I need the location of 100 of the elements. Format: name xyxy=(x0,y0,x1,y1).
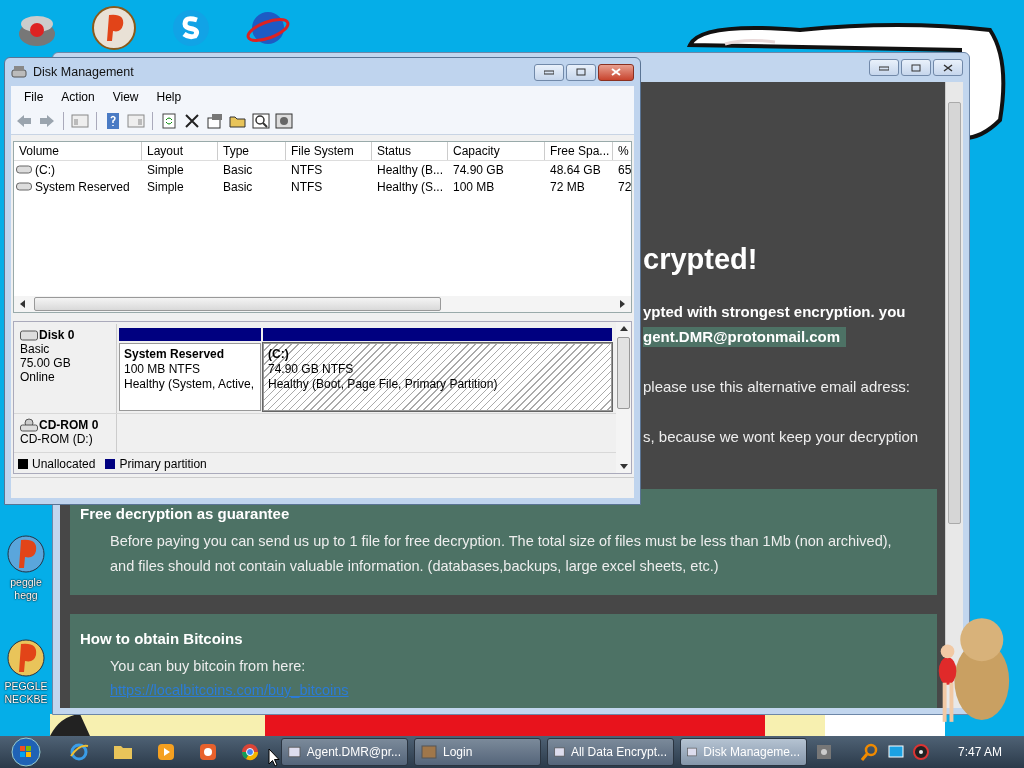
monitor-icon[interactable] xyxy=(887,745,904,759)
table-cell-text: NTFS xyxy=(290,162,324,177)
taskbar-button[interactable]: Agent.DMR@pr... xyxy=(281,738,408,766)
app-icon[interactable] xyxy=(815,744,832,760)
icon-label: peggle xyxy=(10,576,42,589)
folder-icon[interactable] xyxy=(113,743,133,761)
disk-info: 75.00 GB xyxy=(20,356,72,370)
drive-icon xyxy=(16,182,32,191)
note-heading: crypted! xyxy=(643,242,759,276)
disk-name: Disk 0 xyxy=(39,328,75,342)
partition-info: 74.90 GB NTFS xyxy=(268,362,355,377)
table-cell: System Reserved xyxy=(35,179,130,194)
disk-info: Online xyxy=(20,370,56,384)
partition-name: System Reserved xyxy=(124,347,226,362)
scrollbar[interactable] xyxy=(616,322,631,473)
partition-info: 100 MB NTFS xyxy=(124,362,202,377)
close-button[interactable] xyxy=(598,63,634,81)
ball-icon[interactable] xyxy=(6,636,46,680)
ball-icon[interactable] xyxy=(6,532,46,576)
settings-icon[interactable] xyxy=(275,112,293,129)
table-cell-text: 65 xyxy=(617,162,631,177)
taskbar-button[interactable]: All Data Encrypt... xyxy=(547,738,674,766)
window-icon xyxy=(288,745,301,759)
help-icon[interactable] xyxy=(104,112,122,129)
up-arrow-icon[interactable] xyxy=(619,326,628,331)
icon-label: NECKBE xyxy=(4,693,48,706)
menu-item[interactable]: View xyxy=(103,89,148,104)
partition[interactable]: System Reserved 100 MB NTFS Healthy (System, Active, xyxy=(119,343,261,411)
start-button[interactable] xyxy=(9,737,43,767)
column-header[interactable]: Volume xyxy=(14,142,142,160)
table-cell-text: Basic xyxy=(222,162,254,177)
menu-item[interactable]: Help xyxy=(147,89,191,104)
table-cell-text: Simple xyxy=(146,162,185,177)
column-header[interactable]: % xyxy=(613,142,631,160)
column-header[interactable]: Layout xyxy=(142,142,218,160)
ball-icon[interactable] xyxy=(91,5,137,51)
note-text: ypted with strongest encryption. you xyxy=(643,302,907,322)
table-cell-text: Healthy (S... xyxy=(376,179,445,194)
browser-icon[interactable] xyxy=(69,742,89,762)
note-text: s, because we wont keep your decryption xyxy=(643,427,920,447)
maximize-icon xyxy=(576,68,586,76)
column-header[interactable]: Free Spa... xyxy=(545,142,613,160)
minimize-button[interactable] xyxy=(869,59,899,76)
panel-text: You can buy bitcoin from here: xyxy=(110,657,307,676)
right-arrow-icon[interactable] xyxy=(619,300,625,308)
disk-icon xyxy=(11,65,27,79)
window-icon xyxy=(687,745,698,759)
close-button[interactable] xyxy=(933,59,963,76)
table-cell-text: 72 MB xyxy=(549,179,586,194)
speaker-icon[interactable] xyxy=(912,744,929,760)
panel-title: Free decryption as guarantee xyxy=(80,504,291,524)
back-arrow-icon[interactable] xyxy=(15,112,33,129)
table-cell-text: 48.64 GB xyxy=(549,162,602,177)
cd-drive-icon xyxy=(20,417,38,432)
cursor-icon xyxy=(268,748,280,768)
refresh-icon[interactable] xyxy=(160,112,178,129)
disk-info: Basic xyxy=(20,342,51,356)
minimize-icon xyxy=(879,64,889,71)
clock[interactable]: 7:47 AM xyxy=(957,745,1002,759)
column-header[interactable]: Type xyxy=(218,142,286,160)
disk-info: CD-ROM (D:) xyxy=(20,431,94,446)
scrollbar[interactable] xyxy=(14,296,631,312)
window-title: Disk Management xyxy=(33,65,134,79)
legend-label: Primary partition xyxy=(119,457,207,471)
partition[interactable]: (C:) 74.90 GB NTFS Healthy (Boot, Page File, Primary Partition) xyxy=(263,343,612,411)
scrollbar[interactable] xyxy=(945,82,963,708)
table-cell-text: NTFS xyxy=(290,179,324,194)
column-header[interactable]: File System xyxy=(286,142,372,160)
magnifier-icon[interactable] xyxy=(252,112,270,129)
properties-icon[interactable] xyxy=(206,112,224,129)
table-cell-text: Simple xyxy=(146,179,185,194)
partition-info: Healthy (System, Active, xyxy=(124,377,256,392)
taskbar-button[interactable]: Login xyxy=(414,738,541,766)
window-icon xyxy=(554,745,565,759)
delete-icon[interactable] xyxy=(183,112,201,129)
drive-icon xyxy=(16,165,32,174)
play-icon[interactable] xyxy=(157,743,175,761)
chrome-icon[interactable] xyxy=(241,743,259,761)
down-arrow-icon[interactable] xyxy=(619,464,628,469)
legend-label: Unallocated xyxy=(32,457,96,471)
minimize-button[interactable] xyxy=(534,63,564,81)
minimize-icon xyxy=(544,69,554,75)
window-icon xyxy=(421,745,437,759)
table-cell-text: Basic xyxy=(222,179,254,194)
table-cell-text: 72 xyxy=(617,179,631,194)
column-header[interactable]: Capacity xyxy=(448,142,545,160)
table-cell-text: Healthy (B... xyxy=(376,162,445,177)
menu-item[interactable]: File xyxy=(15,89,53,104)
close-icon xyxy=(943,63,953,72)
app-icon[interactable] xyxy=(199,743,217,761)
menu-item[interactable]: Action xyxy=(52,89,104,104)
table-cell-text: 100 MB xyxy=(452,179,496,194)
note-text: please use this alternative email adress: xyxy=(643,377,911,397)
forward-arrow-icon[interactable] xyxy=(38,112,56,129)
panel-title: How to obtain Bitcoins xyxy=(80,629,244,649)
maximize-icon xyxy=(911,63,921,72)
column-header[interactable]: Status xyxy=(372,142,448,160)
close-icon xyxy=(611,68,621,76)
left-arrow-icon[interactable] xyxy=(20,300,26,308)
disk-name: CD-ROM 0 xyxy=(39,417,99,432)
